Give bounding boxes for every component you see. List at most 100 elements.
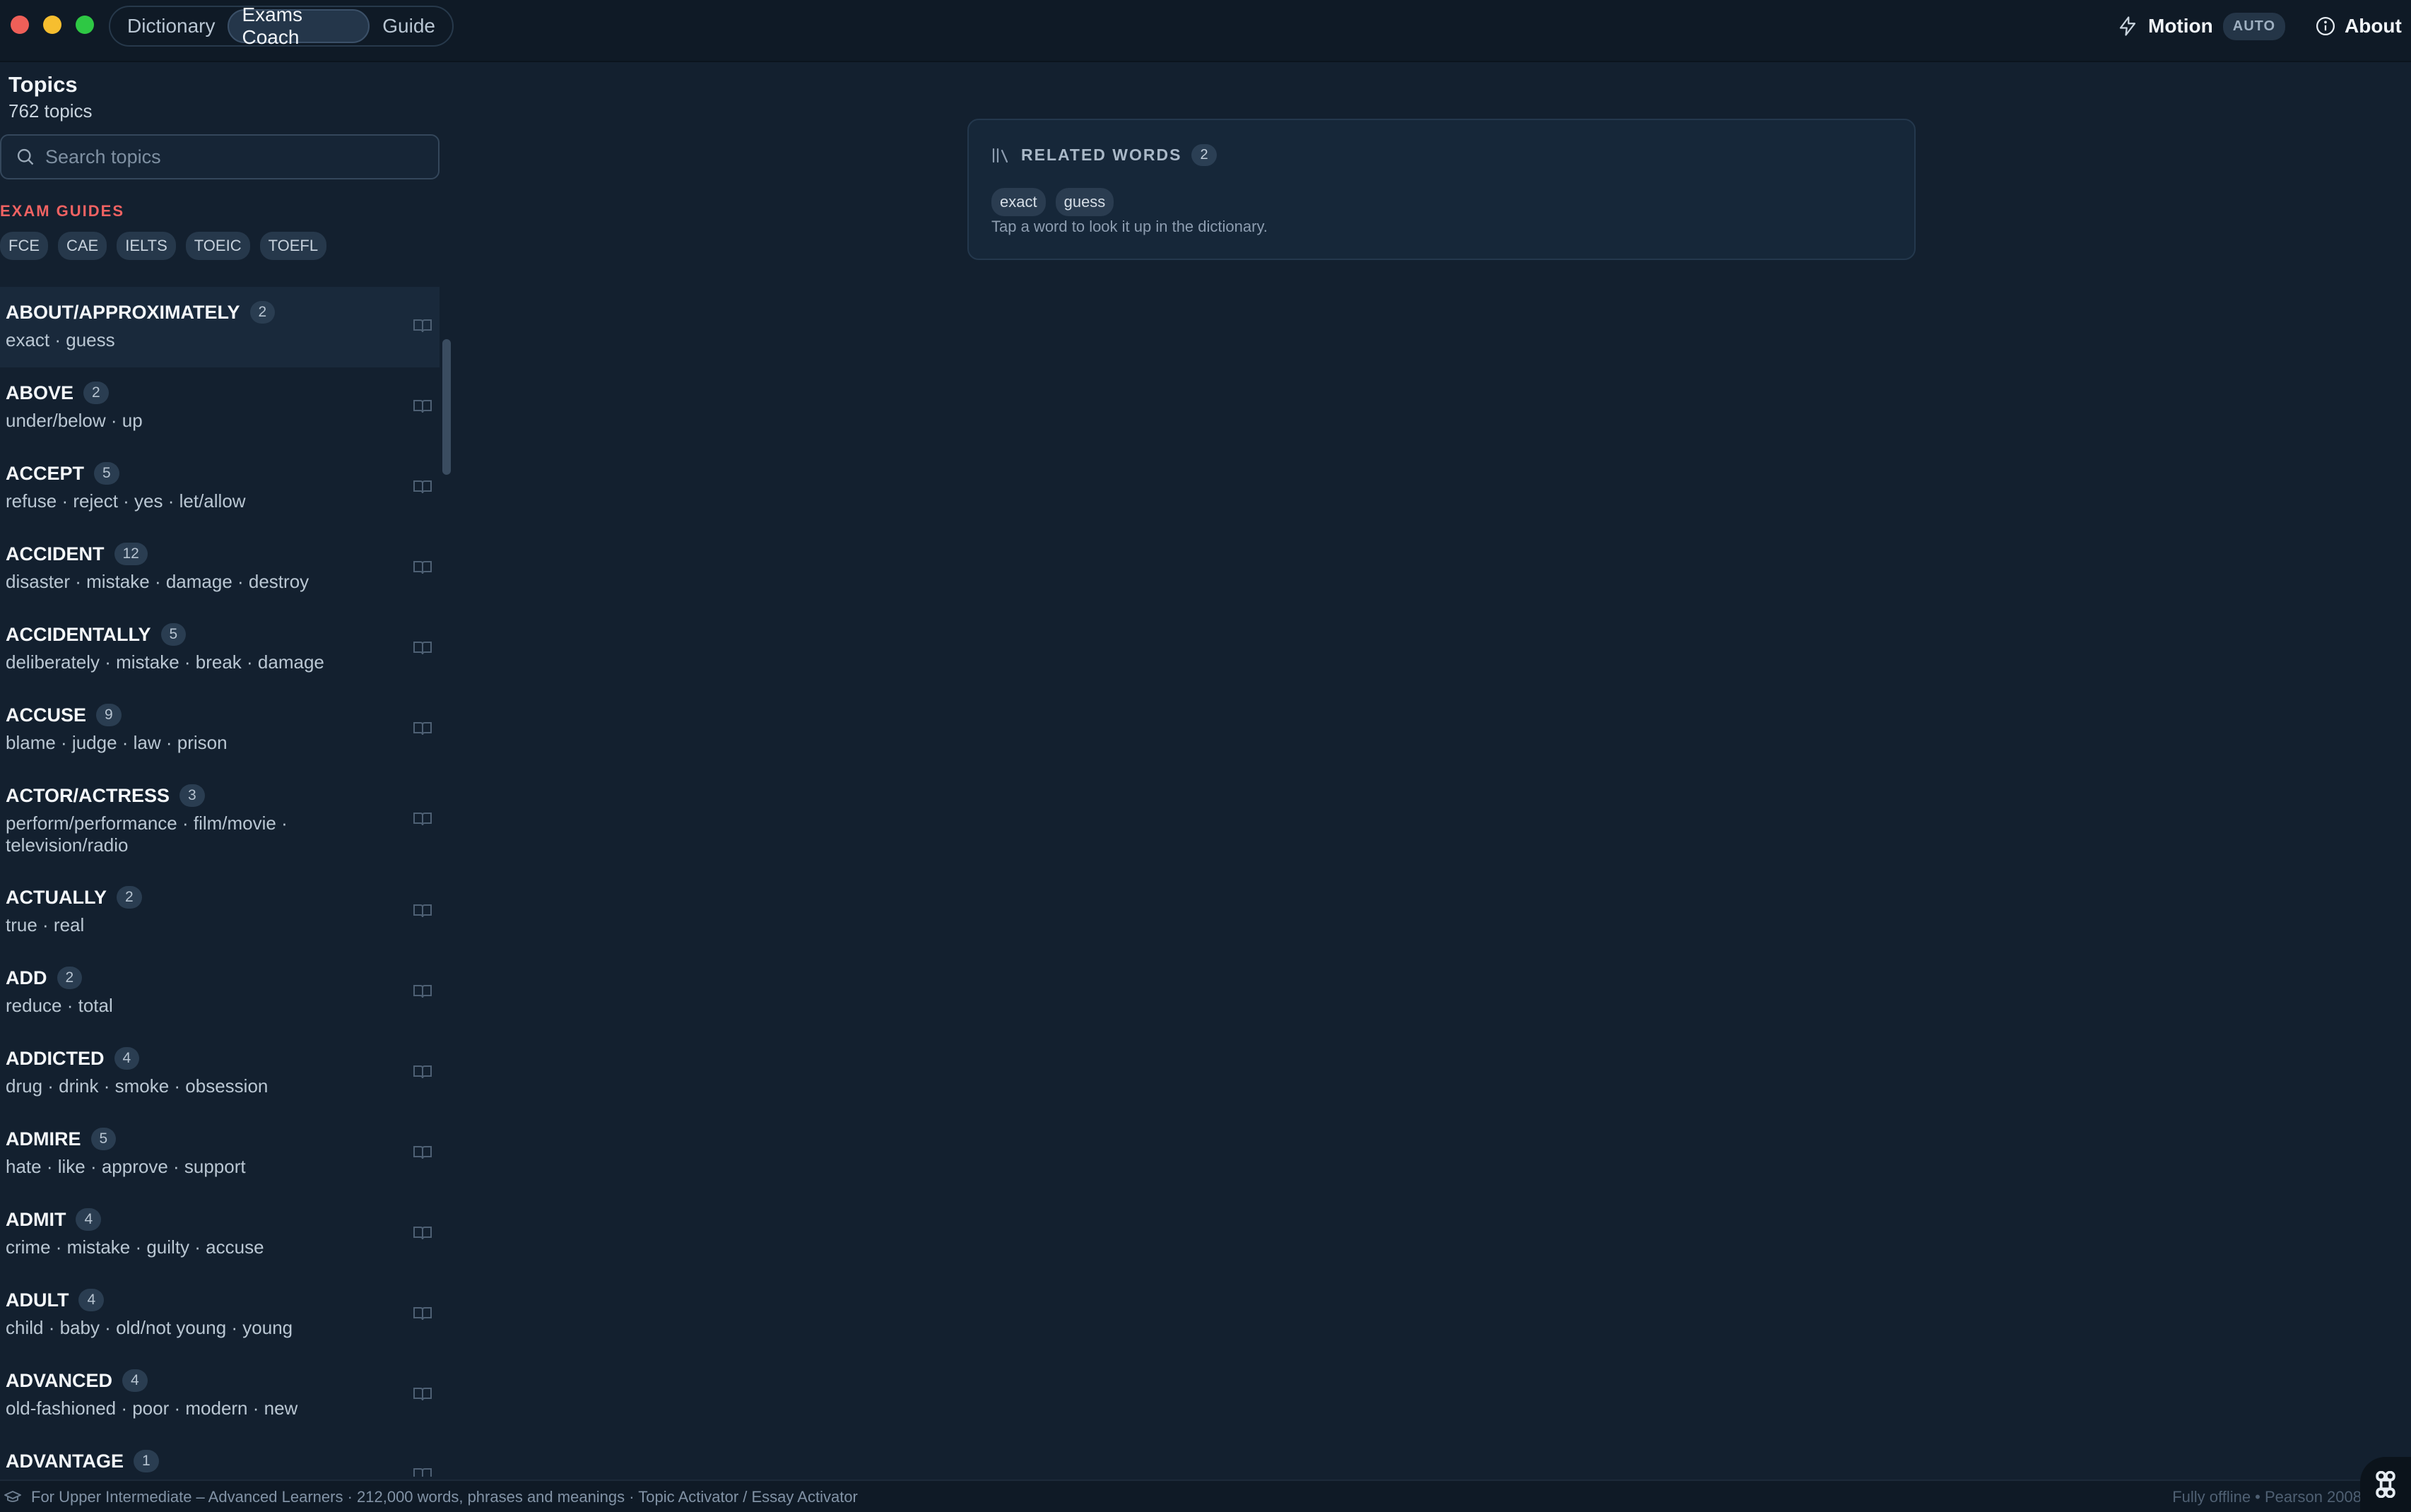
topic-name: ACCEPT bbox=[6, 462, 85, 484]
mode-tabs: Dictionary Exams Coach Guide bbox=[109, 4, 454, 48]
topic-name: ADVANTAGE bbox=[6, 1450, 124, 1472]
topic-row[interactable]: ADDICTED 4 drug · drink · smoke · obsess… bbox=[0, 1033, 440, 1114]
topic-name: ADD bbox=[6, 967, 47, 988]
book-icon[interactable] bbox=[413, 984, 432, 999]
topic-count-badge: 5 bbox=[160, 623, 187, 646]
book-icon[interactable] bbox=[413, 1306, 432, 1321]
topic-related-words: perform/performance · film/movie · telev… bbox=[6, 813, 288, 856]
tab-exams-coach[interactable]: Exams Coach bbox=[228, 4, 370, 48]
topic-row[interactable]: ABOUT/APPROXIMATELY 2 exact · guess bbox=[0, 287, 440, 367]
topic-row[interactable]: ACCIDENT 12 disaster · mistake · damage … bbox=[0, 528, 440, 609]
book-icon[interactable] bbox=[413, 398, 432, 414]
topic-row[interactable]: ADMIRE 5 hate · like · approve · support bbox=[0, 1114, 440, 1194]
book-icon[interactable] bbox=[413, 903, 432, 919]
topic-row[interactable]: ABOVE 2 under/below · up bbox=[0, 367, 440, 448]
close-window-button[interactable] bbox=[11, 16, 29, 34]
lightning-icon bbox=[2119, 16, 2136, 36]
book-icon[interactable] bbox=[413, 1225, 432, 1241]
topic-count-badge: 3 bbox=[179, 784, 205, 807]
book-icon[interactable] bbox=[413, 1467, 432, 1477]
topic-row[interactable]: ADMIT 4 crime · mistake · guilty · accus… bbox=[0, 1194, 440, 1275]
topic-row[interactable]: ADVANTAGE 1 bbox=[0, 1436, 440, 1477]
command-icon bbox=[2376, 1471, 2395, 1498]
topic-count-badge: 2 bbox=[117, 886, 142, 909]
topic-name: ACTOR/ACTRESS bbox=[6, 784, 170, 806]
book-icon[interactable] bbox=[413, 318, 432, 333]
book-icon[interactable] bbox=[413, 1145, 432, 1160]
footer-description: For Upper Intermediate – Advanced Learne… bbox=[31, 1488, 858, 1506]
topic-name: ADMIRE bbox=[6, 1128, 81, 1150]
topic-count-badge: 4 bbox=[114, 1047, 140, 1070]
topic-related-words: disaster · mistake · damage · destroy bbox=[6, 571, 310, 592]
motion-toggle[interactable]: Motion AUTO bbox=[2117, 10, 2286, 42]
related-words-title: RELATED WORDS bbox=[1021, 146, 1182, 164]
topic-count-badge: 2 bbox=[57, 967, 83, 989]
topic-related-words: deliberately · mistake · break · damage bbox=[6, 651, 324, 673]
book-icon[interactable] bbox=[413, 721, 432, 736]
book-icon[interactable] bbox=[413, 479, 432, 495]
topic-name: ADVANCED bbox=[6, 1369, 113, 1391]
topic-count-badge: 1 bbox=[134, 1450, 159, 1472]
topic-related-words: crime · mistake · guilty · accuse bbox=[6, 1236, 264, 1258]
related-word-chip[interactable]: guess bbox=[1055, 188, 1114, 216]
topic-count-badge: 4 bbox=[122, 1369, 148, 1392]
footer-status: Fully offline • Pearson 2008 bbox=[2172, 1488, 2362, 1506]
topic-name: ACTUALLY bbox=[6, 886, 107, 908]
related-word-chip[interactable]: exact bbox=[991, 188, 1046, 216]
search-icon bbox=[17, 148, 34, 165]
topic-row[interactable]: ACTUALLY 2 true · real bbox=[0, 872, 440, 952]
title-bar: Dictionary Exams Coach Guide Motion AUTO… bbox=[0, 0, 2411, 62]
related-words-card: RELATED WORDS 2 exact guess Tap a word t… bbox=[967, 119, 1916, 260]
minimize-window-button[interactable] bbox=[43, 16, 61, 34]
book-icon[interactable] bbox=[413, 640, 432, 656]
topic-row[interactable]: ADD 2 reduce · total bbox=[0, 952, 440, 1033]
zoom-window-button[interactable] bbox=[76, 16, 94, 34]
info-icon bbox=[2316, 17, 2335, 35]
exam-guides-heading: EXAM GUIDES bbox=[0, 202, 125, 220]
topic-list-scrollbar[interactable] bbox=[442, 339, 451, 475]
about-label: About bbox=[2345, 15, 2402, 37]
topic-related-words: reduce · total bbox=[6, 995, 113, 1016]
topic-row[interactable]: ADVANCED 4 old-fashioned · poor · modern… bbox=[0, 1355, 440, 1436]
topic-name: ACCIDENTALLY bbox=[6, 623, 151, 645]
topic-name: ACCIDENT bbox=[6, 543, 105, 565]
topic-count-badge: 5 bbox=[90, 1128, 117, 1150]
book-icon[interactable] bbox=[413, 1064, 432, 1080]
about-button[interactable]: About bbox=[2315, 10, 2402, 42]
topic-row[interactable]: ACCEPT 5 refuse · reject · yes · let/all… bbox=[0, 448, 440, 528]
topic-name: ACCUSE bbox=[6, 704, 87, 726]
topic-related-words: under/below · up bbox=[6, 410, 143, 431]
tab-guide[interactable]: Guide bbox=[370, 9, 448, 43]
book-icon[interactable] bbox=[413, 811, 432, 827]
status-footer: For Upper Intermediate – Advanced Learne… bbox=[0, 1479, 2411, 1512]
book-icon[interactable] bbox=[413, 1386, 432, 1402]
topics-count: 762 topics bbox=[8, 100, 93, 122]
topic-related-words: old-fashioned · poor · modern · new bbox=[6, 1398, 298, 1419]
exam-guide-cae[interactable]: CAE bbox=[58, 232, 107, 260]
exam-guide-toeic[interactable]: TOEIC bbox=[185, 232, 250, 260]
topic-count-badge: 9 bbox=[96, 704, 122, 726]
topic-row[interactable]: ACCUSE 9 blame · judge · law · prison bbox=[0, 690, 440, 770]
topic-row[interactable]: ADULT 4 child · baby · old/not young · y… bbox=[0, 1275, 440, 1355]
topic-list: ABOUT/APPROXIMATELY 2 exact · guess ABOV… bbox=[0, 287, 440, 1477]
exam-guide-fce[interactable]: FCE bbox=[0, 232, 48, 260]
search-input[interactable] bbox=[45, 146, 438, 168]
topic-name: ADMIT bbox=[6, 1208, 66, 1230]
topic-related-words: blame · judge · law · prison bbox=[6, 732, 228, 753]
book-icon[interactable] bbox=[413, 560, 432, 575]
graduation-cap-icon bbox=[4, 1491, 21, 1502]
topic-row[interactable]: ACTOR/ACTRESS 3 perform/performance · fi… bbox=[0, 770, 440, 872]
exam-guide-toefl[interactable]: TOEFL bbox=[259, 232, 327, 260]
topic-related-words: refuse · reject · yes · let/allow bbox=[6, 490, 246, 512]
search-box[interactable] bbox=[0, 134, 440, 179]
exam-guide-ielts[interactable]: IELTS bbox=[117, 232, 176, 260]
topic-name: ABOVE bbox=[6, 382, 74, 403]
tab-dictionary[interactable]: Dictionary bbox=[114, 9, 228, 43]
floating-action-button[interactable] bbox=[2360, 1457, 2411, 1512]
topic-related-words: hate · like · approve · support bbox=[6, 1156, 246, 1177]
motion-mode-badge: AUTO bbox=[2222, 12, 2286, 40]
exam-guides-list: FCE CAE IELTS TOEIC TOEFL bbox=[0, 232, 327, 260]
topic-row[interactable]: ACCIDENTALLY 5 deliberately · mistake · … bbox=[0, 609, 440, 690]
topic-count-badge: 12 bbox=[114, 543, 148, 565]
topic-related-words: drug · drink · smoke · obsession bbox=[6, 1075, 269, 1097]
